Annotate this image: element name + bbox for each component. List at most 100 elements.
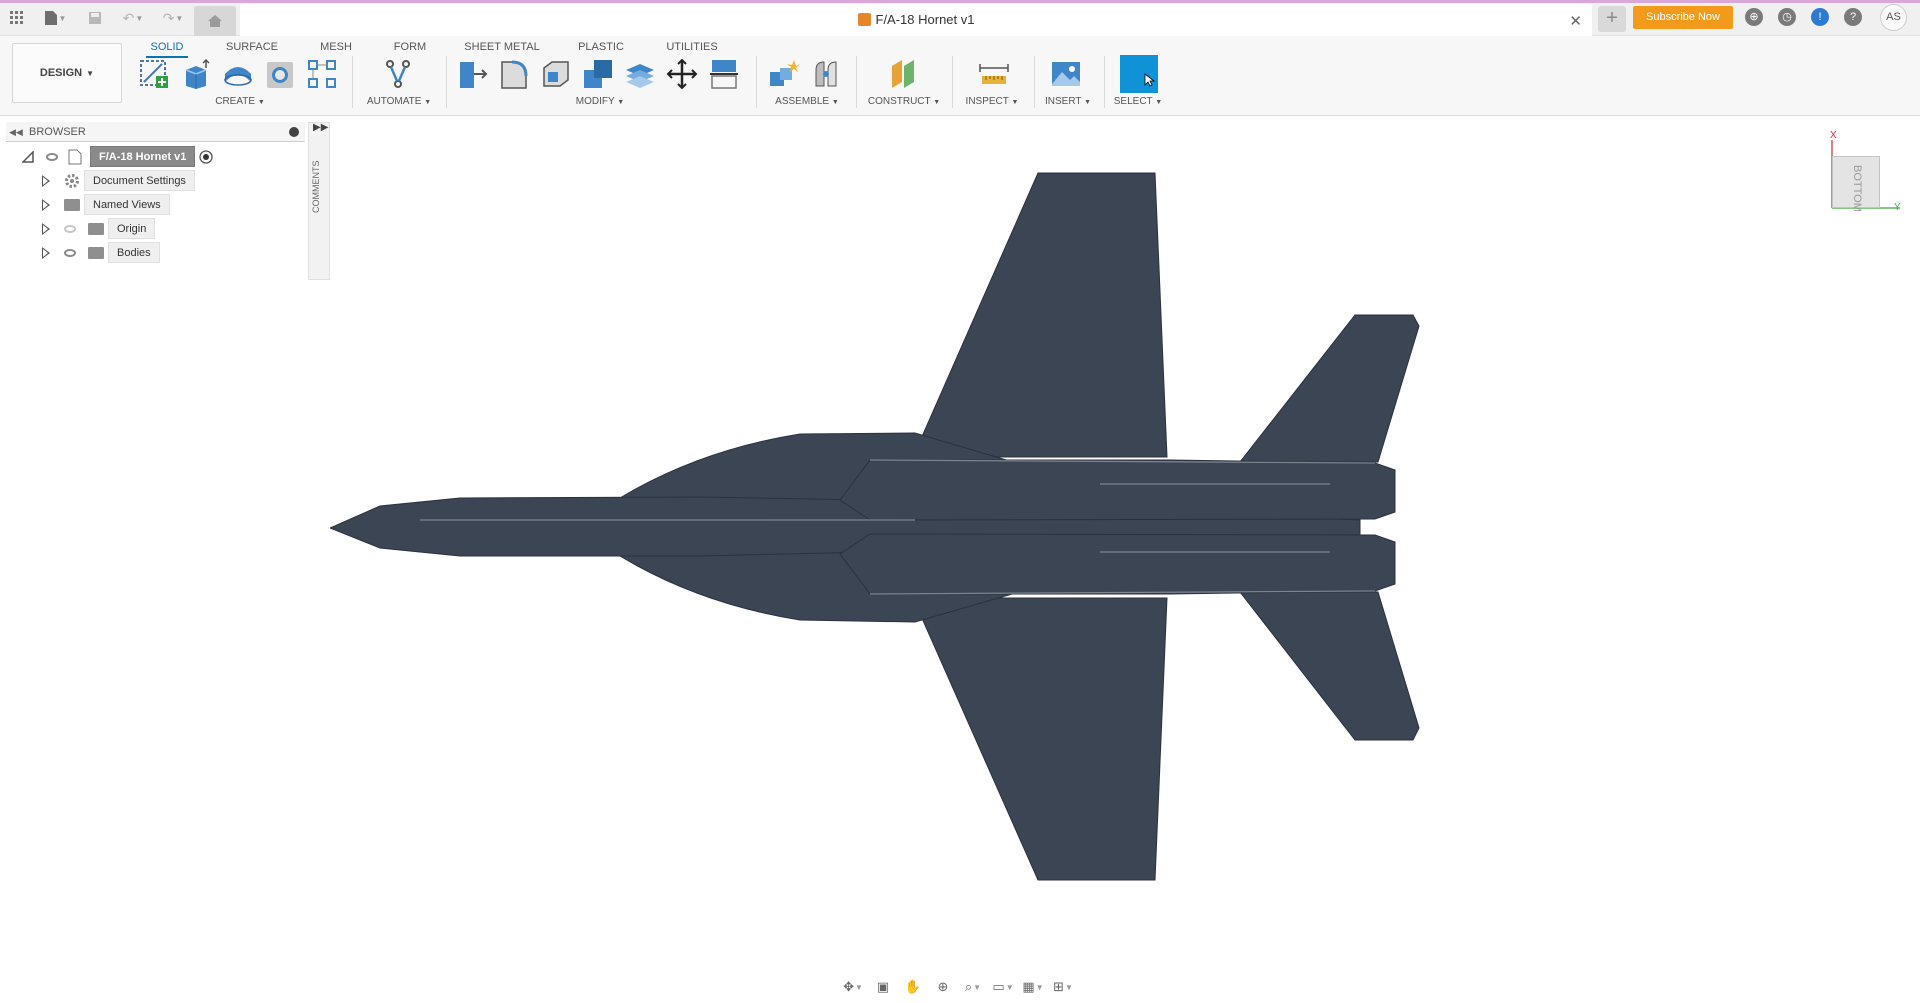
expand-comments-icon[interactable]: ▶▶ xyxy=(313,122,328,133)
tab-sheet-metal[interactable]: SHEET METAL xyxy=(462,38,542,58)
automate-label: AUTOMATE xyxy=(366,96,422,107)
extensions-icon[interactable]: ⊕ xyxy=(1745,8,1763,26)
close-icon[interactable]: ✕ xyxy=(1569,12,1582,30)
tab-solid[interactable]: SOLID xyxy=(146,38,188,58)
3d-viewport[interactable] xyxy=(330,118,1920,978)
expand-arrow-icon[interactable] xyxy=(42,175,50,187)
viewcube-face[interactable]: BOTTOM xyxy=(1832,156,1880,212)
subscribe-button[interactable]: Subscribe Now xyxy=(1633,6,1733,29)
activate-radio-icon[interactable] xyxy=(199,150,213,164)
tree-item-document-settings[interactable]: Document Settings xyxy=(6,169,305,193)
construct-menu[interactable]: CONSTRUCT ▼ xyxy=(866,96,942,107)
zoom-icon[interactable]: ⊕ xyxy=(930,977,956,997)
joint-icon[interactable] xyxy=(808,56,844,92)
toolbar-divider xyxy=(856,56,857,108)
insert-menu[interactable]: INSERT ▼ xyxy=(1040,96,1096,107)
zoom-window-icon[interactable]: ⌕ ▼ xyxy=(960,977,986,997)
navigation-bar: ✥ ▼ ▣ ✋ ⊕ ⌕ ▼ ▭ ▼ ▦ ▼ ⊞ ▼ xyxy=(840,974,1080,1000)
expand-arrow-icon[interactable] xyxy=(42,247,50,259)
plus-icon[interactable]: + xyxy=(1598,6,1626,32)
hole-icon[interactable] xyxy=(262,56,298,92)
tab-mesh[interactable]: MESH xyxy=(316,38,356,58)
bell-icon[interactable]: ! xyxy=(1811,8,1829,26)
hidden-eye-icon[interactable] xyxy=(64,225,76,233)
inspect-label: INSPECT xyxy=(965,96,1009,107)
toolbar-divider xyxy=(952,56,953,108)
move-copy-icon[interactable] xyxy=(664,56,700,92)
extrude-icon[interactable] xyxy=(178,56,214,92)
expand-arrow-icon[interactable] xyxy=(42,223,50,235)
lower-engine xyxy=(839,533,1396,595)
select-cursor-icon[interactable] xyxy=(1120,55,1158,93)
pan-hand-icon[interactable]: ✋ xyxy=(900,977,926,997)
orbit-icon[interactable]: ✥ ▼ xyxy=(840,977,866,997)
grid-settings-icon[interactable]: ▦ ▼ xyxy=(1020,977,1046,997)
measure-icon[interactable] xyxy=(976,56,1012,92)
toolbar-divider xyxy=(1034,56,1035,108)
comments-label: COMMENTS xyxy=(311,160,321,214)
visibility-eye-icon[interactable] xyxy=(46,153,58,161)
tab-form[interactable]: FORM xyxy=(390,38,430,58)
offset-plane-icon[interactable] xyxy=(886,56,922,92)
combine-icon[interactable] xyxy=(580,56,616,92)
offset-face-icon[interactable] xyxy=(622,56,658,92)
collapse-panel-icon[interactable]: ◀◀ xyxy=(9,122,23,142)
create-sketch-icon[interactable] xyxy=(136,56,172,92)
automate-icon[interactable] xyxy=(380,56,416,92)
document-tab[interactable]: F/A-18 Hornet v1 ✕ xyxy=(240,4,1592,36)
save-icon[interactable] xyxy=(84,7,106,29)
workspace-switcher-button[interactable]: DESIGN ▼ xyxy=(12,43,122,103)
browser-header: ◀◀ BROWSER xyxy=(6,122,305,142)
gear-icon xyxy=(65,174,79,188)
avatar[interactable]: AS xyxy=(1880,4,1907,31)
help-icon[interactable]: ? xyxy=(1844,8,1862,26)
title-accent-strip xyxy=(0,0,1920,3)
expand-arrow-icon[interactable] xyxy=(42,199,50,211)
jet-model[interactable] xyxy=(330,118,1920,978)
toolbar-divider xyxy=(1104,56,1105,108)
revolve-icon[interactable] xyxy=(220,56,256,92)
lower-tail xyxy=(1238,591,1420,741)
viewcube[interactable]: X BOTTOM Y xyxy=(1830,128,1902,214)
look-at-icon[interactable]: ▣ xyxy=(870,977,896,997)
tree-item-named-views[interactable]: Named Views xyxy=(6,193,305,217)
browser-panel: ◀◀ BROWSER F/A-18 Hornet v1 Document Set… xyxy=(6,122,305,265)
shell-icon[interactable] xyxy=(538,56,574,92)
tree-item-origin[interactable]: Origin xyxy=(6,217,305,241)
grid-apps-icon[interactable] xyxy=(6,7,28,29)
comments-panel[interactable]: ▶▶ COMMENTS xyxy=(308,122,330,280)
new-component-icon[interactable] xyxy=(766,56,802,92)
tree-root[interactable]: F/A-18 Hornet v1 xyxy=(6,145,305,169)
display-settings-icon[interactable]: ▭ ▼ xyxy=(990,977,1016,997)
tab-plastic[interactable]: PLASTIC xyxy=(574,38,628,58)
viewcube-y-label: Y xyxy=(1894,202,1901,213)
visibility-eye-icon[interactable] xyxy=(64,249,76,257)
press-pull-icon[interactable] xyxy=(454,56,490,92)
inspect-menu[interactable]: INSPECT ▼ xyxy=(960,96,1024,107)
pattern-icon[interactable] xyxy=(304,56,340,92)
home-icon[interactable] xyxy=(194,6,236,36)
tree-item-bodies[interactable]: Bodies xyxy=(6,241,305,265)
modify-menu[interactable]: MODIFY ▼ xyxy=(570,96,630,107)
viewcube-x-label: X xyxy=(1830,130,1837,141)
folder-icon xyxy=(88,223,104,235)
browser-minimize-icon[interactable] xyxy=(289,127,299,137)
automate-menu[interactable]: AUTOMATE ▼ xyxy=(364,96,434,107)
create-menu[interactable]: CREATE ▼ xyxy=(210,96,270,107)
viewports-icon[interactable]: ⊞ ▼ xyxy=(1050,977,1076,997)
right-wing xyxy=(912,597,1168,881)
undo-icon[interactable]: ↶ ▼ xyxy=(118,7,148,29)
redo-icon[interactable]: ↷ ▼ xyxy=(158,7,188,29)
title-bar: ▼ ↶ ▼ ↷ ▼ F/A-18 Hornet v1 ✕ + Subscribe N… xyxy=(0,0,1920,36)
fillet-icon[interactable] xyxy=(496,56,532,92)
file-icon[interactable]: ▼ xyxy=(40,7,70,29)
tab-surface[interactable]: SURFACE xyxy=(224,38,280,58)
expand-arrow-icon[interactable] xyxy=(22,151,34,163)
insert-image-icon[interactable] xyxy=(1048,56,1084,92)
assemble-menu[interactable]: ASSEMBLE ▼ xyxy=(772,96,842,107)
clock-icon[interactable]: ◷ xyxy=(1778,8,1796,26)
align-icon[interactable] xyxy=(706,56,742,92)
tree-item-label: Document Settings xyxy=(84,170,195,191)
tab-utilities[interactable]: UTILITIES xyxy=(664,38,720,58)
select-menu[interactable]: SELECT ▼ xyxy=(1110,96,1166,107)
